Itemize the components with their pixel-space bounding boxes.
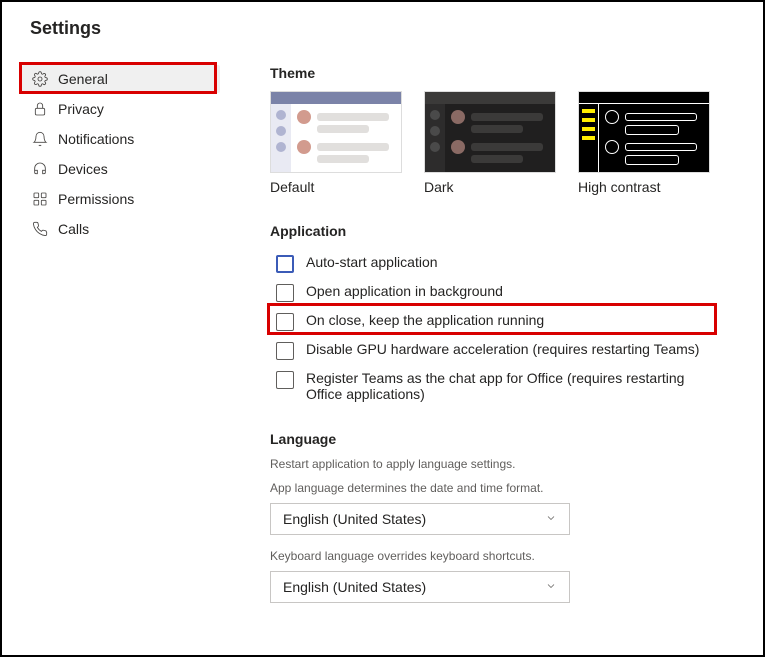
sidebar-item-notifications[interactable]: Notifications xyxy=(22,125,220,153)
sidebar-item-label: Notifications xyxy=(58,131,134,147)
checkbox-label: Disable GPU hardware acceleration (requi… xyxy=(306,341,699,357)
sidebar-item-calls[interactable]: Calls xyxy=(22,215,220,243)
sidebar-item-label: Permissions xyxy=(58,191,134,207)
keyboard-language-note: Keyboard language overrides keyboard sho… xyxy=(270,549,733,563)
checkbox-open-background[interactable]: Open application in background xyxy=(270,278,733,307)
checkbox-label: Auto-start application xyxy=(306,254,438,270)
app-language-note: App language determines the date and tim… xyxy=(270,481,733,495)
theme-default[interactable]: Default xyxy=(270,91,402,195)
checkbox-icon xyxy=(276,313,294,331)
language-heading: Language xyxy=(270,431,733,447)
theme-label: Default xyxy=(270,179,402,195)
chevron-down-icon xyxy=(545,511,557,527)
sidebar-item-label: Devices xyxy=(58,161,108,177)
sidebar-item-permissions[interactable]: Permissions xyxy=(22,185,220,213)
checkbox-label: On close, keep the application running xyxy=(306,312,544,328)
sidebar-item-label: Calls xyxy=(58,221,89,237)
headset-icon xyxy=(32,161,48,177)
theme-heading: Theme xyxy=(270,65,733,81)
language-restart-note: Restart application to apply language se… xyxy=(270,457,733,471)
theme-thumb-dark xyxy=(424,91,556,173)
lock-icon xyxy=(32,101,48,117)
theme-dark[interactable]: Dark xyxy=(424,91,556,195)
dropdown-value: English (United States) xyxy=(283,511,426,527)
checkbox-label: Open application in background xyxy=(306,283,503,299)
dropdown-value: English (United States) xyxy=(283,579,426,595)
bell-icon xyxy=(32,131,48,147)
sidebar-item-label: General xyxy=(58,71,108,87)
phone-icon xyxy=(32,221,48,237)
checkbox-icon xyxy=(276,284,294,302)
theme-label: High contrast xyxy=(578,179,710,195)
language-section: Language Restart application to apply la… xyxy=(270,431,733,603)
sidebar-item-label: Privacy xyxy=(58,101,104,117)
application-heading: Application xyxy=(270,223,733,239)
main-panel: Theme Default Dark xyxy=(220,47,763,655)
chevron-down-icon xyxy=(545,579,557,595)
checkbox-keep-running[interactable]: On close, keep the application running xyxy=(270,307,733,336)
gear-icon xyxy=(32,71,48,87)
checkbox-icon xyxy=(276,342,294,360)
checkbox-icon xyxy=(276,255,294,273)
theme-label: Dark xyxy=(424,179,556,195)
keyboard-language-dropdown[interactable]: English (United States) xyxy=(270,571,570,603)
page-title: Settings xyxy=(2,2,763,47)
app-language-dropdown[interactable]: English (United States) xyxy=(270,503,570,535)
theme-thumb-default xyxy=(270,91,402,173)
theme-high-contrast[interactable]: High contrast xyxy=(578,91,710,195)
checkbox-disable-gpu[interactable]: Disable GPU hardware acceleration (requi… xyxy=(270,336,733,365)
checkbox-register-chat[interactable]: Register Teams as the chat app for Offic… xyxy=(270,365,733,407)
theme-options: Default Dark High contrast xyxy=(270,91,733,195)
sidebar: General Privacy Notifications xyxy=(2,47,220,655)
theme-thumb-hc xyxy=(578,91,710,173)
sidebar-item-privacy[interactable]: Privacy xyxy=(22,95,220,123)
checkbox-label: Register Teams as the chat app for Offic… xyxy=(306,370,686,402)
apps-icon xyxy=(32,191,48,207)
checkbox-icon xyxy=(276,371,294,389)
sidebar-item-devices[interactable]: Devices xyxy=(22,155,220,183)
checkbox-auto-start[interactable]: Auto-start application xyxy=(270,249,733,278)
application-options: Auto-start application Open application … xyxy=(270,249,733,407)
sidebar-item-general[interactable]: General xyxy=(22,65,220,93)
